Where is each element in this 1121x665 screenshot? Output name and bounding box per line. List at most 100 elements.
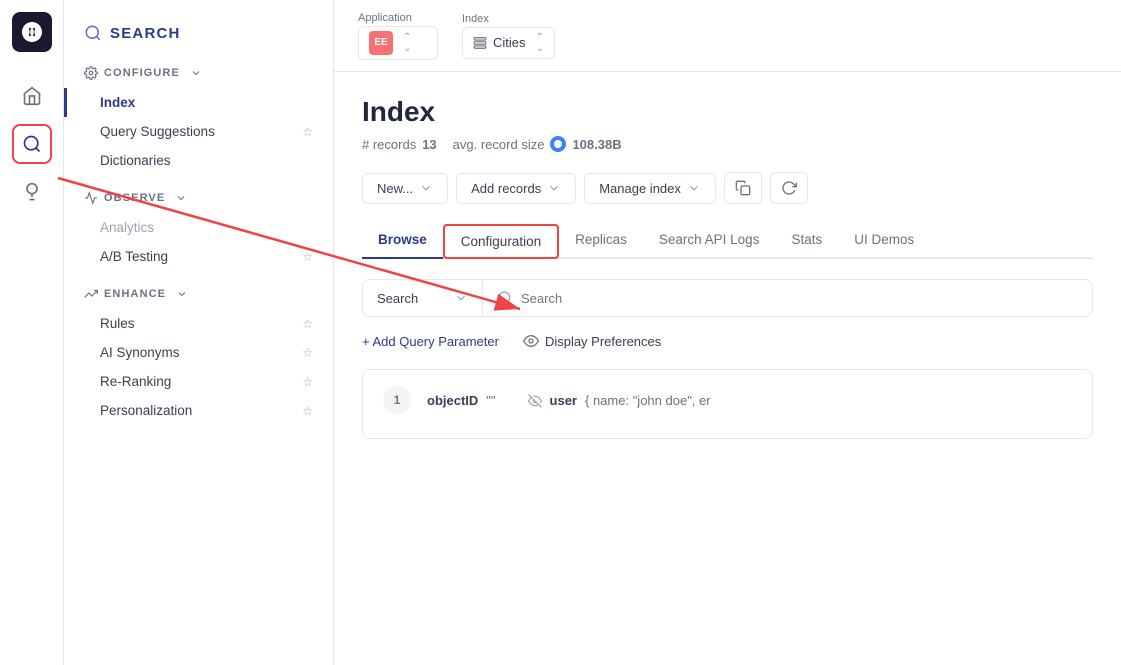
- sidebar-title: SEARCH: [110, 25, 181, 42]
- user-label: user: [550, 393, 577, 408]
- new-label: New...: [377, 181, 413, 196]
- sidebar-item-reranking[interactable]: Re-Ranking ☆: [64, 367, 333, 396]
- add-records-button[interactable]: Add records: [456, 173, 576, 204]
- tab-browse[interactable]: Browse: [362, 224, 443, 259]
- object-id-value: "": [486, 393, 495, 408]
- sidebar-item-index-label: Index: [100, 95, 135, 110]
- manage-index-button[interactable]: Manage index: [584, 173, 716, 204]
- search-type-select[interactable]: Search: [363, 281, 483, 316]
- tab-search-api-logs[interactable]: Search API Logs: [643, 224, 776, 259]
- index-select[interactable]: Cities ⌃⌄: [462, 27, 555, 59]
- sidebar-item-rules[interactable]: Rules ☆: [64, 309, 333, 338]
- field-object-id: objectID "": [427, 393, 496, 408]
- new-button[interactable]: New...: [362, 173, 448, 204]
- page-title: Index: [362, 96, 1093, 128]
- bulb-nav-item[interactable]: [12, 172, 52, 212]
- avg-label: avg. record size: [453, 137, 545, 152]
- search-input-area: [483, 280, 1092, 316]
- avg-meta: avg. record size 108.38B: [453, 136, 622, 152]
- configure-section: CONFIGURE Index Query Suggestions ☆ Dict…: [64, 58, 333, 175]
- ai-synonyms-label: AI Synonyms: [100, 345, 180, 360]
- display-pref-label: Display Preferences: [545, 334, 661, 349]
- record-number: 1: [383, 386, 411, 414]
- sidebar-item-qs-label: Query Suggestions: [100, 124, 215, 139]
- index-icon: [473, 36, 487, 50]
- observe-label: OBSERVE: [104, 192, 165, 204]
- search-row: Search: [363, 280, 1092, 316]
- application-select[interactable]: EE ⌃⌄: [358, 26, 438, 60]
- main-content: Application EE ⌃⌄ Index Cities ⌃⌄ Index …: [334, 0, 1121, 665]
- records-meta: # records 13: [362, 137, 437, 152]
- tab-stats[interactable]: Stats: [775, 224, 838, 259]
- sidebar-item-ai-synonyms[interactable]: AI Synonyms ☆: [64, 338, 333, 367]
- object-id-label: objectID: [427, 393, 478, 408]
- page-meta: # records 13 avg. record size 108.38B: [362, 136, 1093, 152]
- enhance-section: ENHANCE Rules ☆ AI Synonyms ☆ Re-Ranking…: [64, 279, 333, 425]
- records-count: 13: [422, 137, 436, 152]
- observe-section-header[interactable]: OBSERVE: [64, 183, 333, 213]
- search-nav-item[interactable]: [12, 124, 52, 164]
- index-label: Index: [462, 13, 555, 25]
- refresh-icon: [781, 180, 797, 196]
- topbar: Application EE ⌃⌄ Index Cities ⌃⌄: [334, 0, 1121, 72]
- display-preferences-button[interactable]: Display Preferences: [523, 333, 661, 349]
- chevron-down-manage: [687, 181, 701, 195]
- rules-label: Rules: [100, 316, 135, 331]
- index-field: Index Cities ⌃⌄: [462, 13, 555, 59]
- search-container: Search: [362, 279, 1093, 317]
- chevron-down-icon: [190, 67, 202, 79]
- enhance-icon: [84, 287, 98, 301]
- sidebar-item-analytics-label: Analytics: [100, 220, 154, 235]
- sidebar-header: SEARCH: [64, 16, 333, 58]
- tab-configuration[interactable]: Configuration: [443, 224, 559, 259]
- star-icon-personal[interactable]: ☆: [302, 404, 313, 418]
- sidebar-item-personalization[interactable]: Personalization ☆: [64, 396, 333, 425]
- sidebar-item-ab-testing[interactable]: A/B Testing ☆: [64, 242, 333, 271]
- record-row: 1 objectID "" user { name: "john doe", e…: [362, 369, 1093, 439]
- index-chevron: ⌃⌄: [536, 32, 544, 54]
- star-icon-ab[interactable]: ☆: [302, 250, 313, 264]
- chevron-down-add: [547, 181, 561, 195]
- sidebar-item-index[interactable]: Index: [64, 88, 333, 117]
- configure-label: CONFIGURE: [104, 67, 180, 79]
- action-toolbar: New... Add records Manage index: [362, 172, 1093, 204]
- sidebar-item-query-suggestions[interactable]: Query Suggestions ☆: [64, 117, 333, 146]
- home-nav-item[interactable]: [12, 76, 52, 116]
- enhance-section-header[interactable]: ENHANCE: [64, 279, 333, 309]
- manage-index-label: Manage index: [599, 181, 681, 196]
- star-icon-rules[interactable]: ☆: [302, 317, 313, 331]
- eye-off-icon: [528, 394, 542, 408]
- add-records-label: Add records: [471, 181, 541, 196]
- configure-section-header[interactable]: CONFIGURE: [64, 58, 333, 88]
- application-field: Application EE ⌃⌄: [358, 12, 438, 60]
- record-header: 1 objectID "" user { name: "john doe", e…: [383, 386, 1072, 414]
- sidebar-item-dictionaries[interactable]: Dictionaries: [64, 146, 333, 175]
- search-input[interactable]: [521, 291, 1078, 306]
- tabs: Browse Configuration Replicas Search API…: [362, 224, 1093, 259]
- search-header-icon: [84, 24, 102, 42]
- enhance-label: ENHANCE: [104, 288, 166, 300]
- app-logo[interactable]: [12, 12, 52, 52]
- observe-section: OBSERVE Analytics A/B Testing ☆: [64, 183, 333, 271]
- star-icon[interactable]: ☆: [302, 125, 313, 139]
- record-fields: objectID "" user { name: "john doe", er: [427, 393, 711, 408]
- app-chevron: ⌃⌄: [403, 32, 411, 54]
- gear-icon: [84, 66, 98, 80]
- field-user: user { name: "john doe", er: [528, 393, 711, 408]
- chevron-down-icon-enhance: [176, 288, 188, 300]
- star-icon-ai-syn[interactable]: ☆: [302, 346, 313, 360]
- star-icon-rerank[interactable]: ☆: [302, 375, 313, 389]
- add-query-param-button[interactable]: + Add Query Parameter: [362, 334, 499, 349]
- user-value: { name: "john doe", er: [585, 393, 711, 408]
- observe-icon: [84, 191, 98, 205]
- tab-ui-demos[interactable]: UI Demos: [838, 224, 930, 259]
- tab-replicas[interactable]: Replicas: [559, 224, 643, 259]
- index-value: Cities: [493, 35, 526, 50]
- reranking-label: Re-Ranking: [100, 374, 171, 389]
- refresh-button[interactable]: [770, 172, 808, 204]
- checkmark-badge: [550, 136, 566, 152]
- copy-button[interactable]: [724, 172, 762, 204]
- search-type-label: Search: [377, 291, 418, 306]
- copy-icon: [735, 180, 751, 196]
- search-type-chevron: [454, 291, 468, 305]
